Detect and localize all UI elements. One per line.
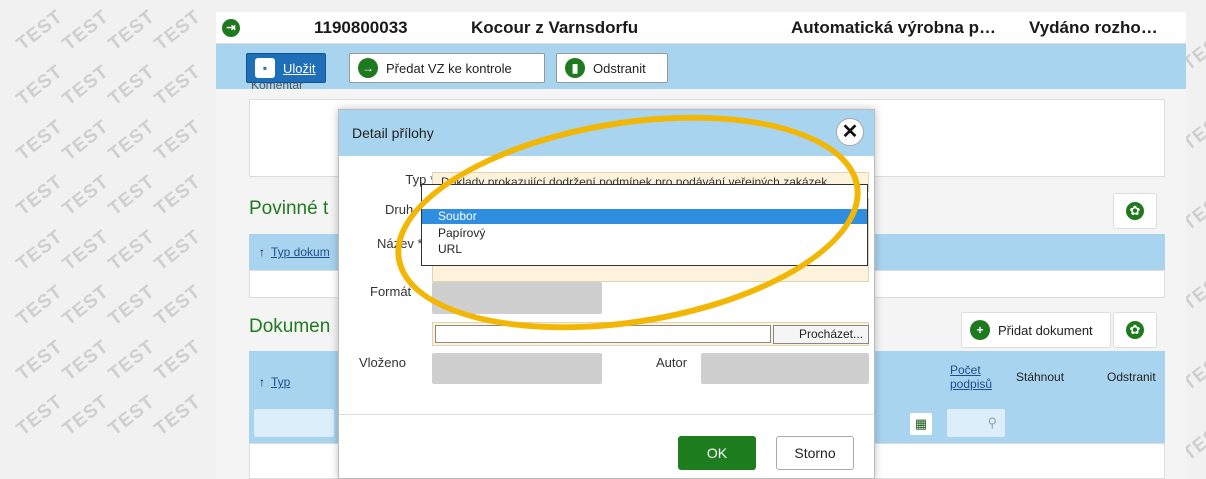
watermark: TEST [58,6,114,56]
watermark: TEST [150,336,206,386]
watermark: TEST [104,61,160,111]
trash-icon: ▮ [565,58,585,78]
watermark: TEST [58,391,114,441]
kind-dropdown-list: Soubor Papírový URL [421,184,868,266]
required-col-type[interactable]: Typ dokum [271,245,330,259]
signatures-filter-input[interactable]: ⚲ [947,409,1005,437]
sort-up-icon: ↑ [259,375,265,389]
dropdown-option-file[interactable]: Soubor [422,209,867,224]
documents-settings-button[interactable]: ✿ [1113,312,1157,348]
delete-button-label: Odstranit [593,60,646,76]
documents-col-delete: Odstranit [1107,370,1156,384]
watermark: TEST [12,116,68,166]
plus-icon: + [970,320,990,340]
ok-button[interactable]: OK [678,436,756,470]
format-field [432,282,602,314]
documents-col-signatures[interactable]: Počet podpisů [950,363,992,391]
watermark: TEST [58,116,114,166]
kind-label: Druh * [385,202,422,217]
inserted-field [432,353,602,384]
handover-button[interactable]: → Předat VZ ke kontrole [349,53,545,83]
attachment-detail-dialog: Detail přílohy ✕ Typ * Doklady prokazují… [338,109,875,479]
watermark: TEST [150,226,206,276]
required-section-title: Povinné t [249,198,329,219]
dialog-header: Detail přílohy ✕ [339,110,874,156]
watermark: TEST [12,171,68,221]
watermark: TEST [150,6,206,56]
format-label: Formát * [370,284,420,299]
record-type: Automatická výrobna p… [791,18,996,37]
watermark: TEST [12,6,68,56]
cancel-button[interactable]: Storno [776,436,854,470]
gear-icon: ✿ [1126,321,1144,339]
dropdown-option-paper[interactable]: Papírový [422,226,867,241]
toolbar: ▪ Uložit → Předat VZ ke kontrole ▮ Odstr… [216,44,1186,89]
arrow-right-icon: → [358,58,378,78]
record-name: Kocour z Varnsdorfu [471,18,639,37]
save-button-label: Uložit [283,60,316,76]
watermark: TEST [150,171,206,221]
watermark: TEST [150,116,206,166]
delete-button[interactable]: ▮ Odstranit [556,53,668,83]
browse-button[interactable]: Procházet... [773,325,869,344]
exit-icon[interactable]: ⇥ [222,19,240,37]
watermark: TEST [104,336,160,386]
record-id: 1190800033 [314,18,408,37]
watermark: TEST [58,226,114,276]
watermark: TEST [104,391,160,441]
watermark: TEST [12,226,68,276]
handover-button-label: Předat VZ ke kontrole [386,60,512,76]
watermark: TEST [150,61,206,111]
dialog-divider [339,414,874,415]
watermark: TEST [12,336,68,386]
calendar-icon[interactable]: ▦ [910,413,932,435]
comment-label: Komentář [251,83,304,92]
watermark: TEST [58,281,114,331]
documents-col-download: Stáhnout [1016,370,1065,384]
sort-up-icon: ↑ [259,245,265,259]
watermark: TEST [58,171,114,221]
dialog-title: Detail přílohy [352,125,434,141]
watermark: TEST [58,61,114,111]
save-icon: ▪ [255,58,275,78]
author-field [701,353,869,384]
inserted-label: Vloženo [359,355,406,370]
watermark: TEST [58,336,114,386]
watermark: TEST [104,116,160,166]
watermark: TEST [104,281,160,331]
documents-section-title: Dokumen [249,316,331,337]
watermark: TEST [12,61,68,111]
record-status: Vydáno rozho… [1029,18,1158,37]
required-settings-button[interactable]: ✿ [1113,193,1157,229]
close-icon[interactable]: ✕ [836,118,864,146]
documents-col-type[interactable]: Typ [271,375,290,389]
name-label: Název * [377,236,423,251]
watermark: TEST [12,281,68,331]
author-label: Autor [656,355,688,370]
watermark: TEST [104,226,160,276]
watermark: TEST [150,281,206,331]
watermark: TEST [12,391,68,441]
add-document-button[interactable]: + Přidat dokument [961,312,1111,348]
save-button[interactable]: ▪ Uložit [246,53,326,83]
type-filter-input[interactable] [254,409,334,437]
dropdown-option-url[interactable]: URL [422,242,867,257]
file-path-input[interactable] [435,325,771,343]
gear-icon: ✿ [1126,202,1144,220]
record-header: ⇥ 1190800033 Kocour z Varnsdorfu Automat… [216,12,1186,44]
file-upload: Procházet... [432,322,869,346]
dropdown-blank-option[interactable] [422,187,867,202]
add-document-label: Přidat dokument [998,322,1093,338]
watermark: TEST [104,6,160,56]
watermark: TEST [150,391,206,441]
watermark: TEST [104,171,160,221]
